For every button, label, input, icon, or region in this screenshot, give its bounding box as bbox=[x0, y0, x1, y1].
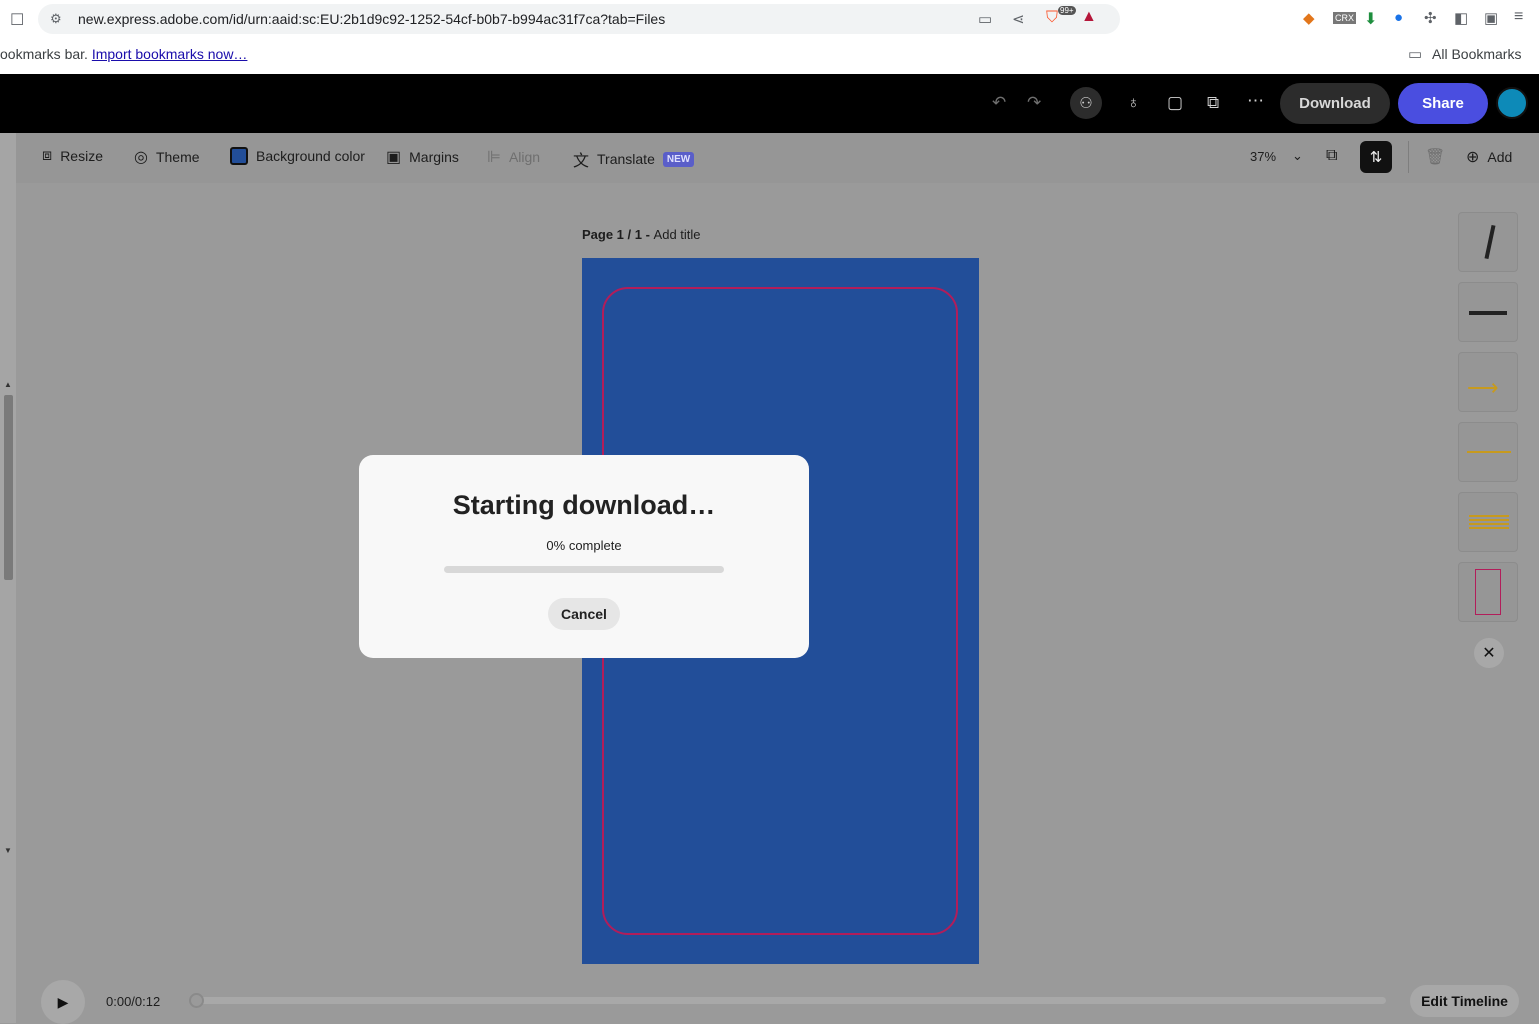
sidebar-toggle-icon[interactable]: ◧ bbox=[1454, 9, 1468, 27]
download-extension-icon[interactable]: ⬇ bbox=[1364, 9, 1377, 29]
text-line-icon bbox=[1467, 451, 1511, 453]
shield-count-badge: 99+ bbox=[1058, 6, 1076, 15]
scrollbar-thumb[interactable] bbox=[4, 395, 13, 580]
install-app-icon[interactable]: ▭ bbox=[978, 10, 992, 28]
background-color-button[interactable]: Background color bbox=[230, 147, 365, 165]
hammer-vertical-icon bbox=[1484, 224, 1496, 260]
hammer-horizontal-icon bbox=[1469, 311, 1507, 315]
timeline-track[interactable] bbox=[190, 997, 1386, 1004]
download-button[interactable]: Download bbox=[1280, 83, 1390, 124]
add-title-field[interactable]: Add title bbox=[654, 227, 701, 242]
time-readout: 0:00/0:12 bbox=[106, 994, 161, 1009]
edit-timeline-button[interactable]: Edit Timeline bbox=[1410, 985, 1519, 1017]
theme-button[interactable]: ◎ Theme bbox=[134, 147, 200, 167]
avatar[interactable] bbox=[1496, 87, 1528, 119]
thumbnail-item[interactable] bbox=[1458, 212, 1518, 272]
palette-icon: ◎ bbox=[134, 149, 148, 166]
thumbnail-item[interactable] bbox=[1458, 282, 1518, 342]
bookmark-icon[interactable]: ☐ bbox=[10, 10, 24, 30]
arrow-sketch-icon: ⟶ bbox=[1467, 375, 1499, 400]
crx-extension-icon[interactable]: CRX bbox=[1333, 12, 1357, 24]
text-block-icon bbox=[1469, 515, 1509, 531]
scroll-up-arrow-icon[interactable]: ▲ bbox=[4, 380, 12, 389]
blue-extension-icon[interactable]: ● bbox=[1394, 9, 1403, 26]
align-button[interactable]: ⊫ Align bbox=[487, 147, 540, 167]
cancel-button[interactable]: Cancel bbox=[548, 598, 620, 630]
resize-icon: ⧈ bbox=[42, 147, 53, 164]
zoom-select[interactable]: 37% ⌄ bbox=[1250, 148, 1303, 164]
add-button[interactable]: ⊕ Add bbox=[1466, 147, 1512, 167]
thumbnail-item[interactable] bbox=[1458, 492, 1518, 552]
layers-toggle-icon[interactable]: ⇅ bbox=[1360, 141, 1392, 173]
page-number: Page 1 / 1 - bbox=[582, 227, 654, 242]
all-bookmarks-button[interactable]: All Bookmarks bbox=[1432, 46, 1521, 62]
redo-icon[interactable]: ↷ bbox=[1027, 93, 1041, 113]
thumbnail-item[interactable] bbox=[1458, 422, 1518, 482]
site-settings-icon[interactable]: ⚙ bbox=[50, 11, 62, 27]
color-swatch-icon bbox=[230, 147, 248, 165]
translate-button[interactable]: 文 Translate NEW bbox=[573, 147, 695, 171]
url-text[interactable]: new.express.adobe.com/id/urn:aaid:sc:EU:… bbox=[78, 11, 665, 27]
background-color-label: Background color bbox=[256, 148, 365, 164]
margins-button[interactable]: ▣ Margins bbox=[386, 147, 459, 167]
align-label: Align bbox=[508, 149, 541, 165]
thumbnail-item[interactable]: ⟶ bbox=[1458, 352, 1518, 412]
add-label: Add bbox=[1487, 149, 1513, 165]
wallet-icon[interactable]: ▣ bbox=[1484, 9, 1498, 27]
metamask-icon[interactable]: ◆ bbox=[1303, 9, 1315, 27]
progress-bar bbox=[444, 566, 724, 573]
scroll-down-arrow-icon[interactable]: ▼ bbox=[4, 846, 12, 855]
progress-text: 0% complete bbox=[546, 538, 622, 553]
zoom-value: 37% bbox=[1250, 148, 1277, 164]
page-label: Page 1 / 1 - Add title bbox=[582, 227, 701, 242]
bookmarks-bar-label: ookmarks bar. bbox=[0, 46, 88, 62]
resize-button[interactable]: ⧈ Resize bbox=[42, 147, 103, 165]
lightbulb-icon[interactable]: ♁ bbox=[1127, 93, 1140, 113]
margins-icon: ▣ bbox=[386, 149, 402, 166]
page-thumbnail-icon bbox=[1475, 569, 1501, 615]
close-icon[interactable]: ✕ bbox=[1474, 638, 1504, 668]
align-icon: ⊫ bbox=[487, 149, 501, 166]
brave-rewards-icon[interactable]: ▲ bbox=[1081, 8, 1097, 26]
resize-label: Resize bbox=[60, 148, 103, 164]
toolbar-divider bbox=[1408, 141, 1409, 173]
translate-icon: 文 bbox=[573, 153, 590, 170]
dialog-title: Starting download… bbox=[452, 490, 716, 520]
folder-icon: ▭ bbox=[1408, 46, 1423, 63]
extensions-puzzle-icon[interactable]: ✣ bbox=[1424, 9, 1437, 27]
present-icon[interactable]: ⧉ bbox=[1207, 93, 1219, 113]
plus-circle-icon: ⊕ bbox=[1466, 149, 1480, 166]
timeline-scrubber[interactable] bbox=[189, 993, 204, 1008]
bookmarks-bar-text: ookmarks bar. Import bookmarks now… bbox=[0, 46, 247, 62]
thumbnail-item[interactable] bbox=[1458, 562, 1518, 622]
new-badge: NEW bbox=[662, 151, 695, 167]
undo-icon[interactable]: ↶ bbox=[992, 93, 1006, 113]
margins-label: Margins bbox=[409, 149, 459, 165]
brave-shield-icon[interactable]: ⛉ bbox=[1046, 9, 1058, 27]
pages-icon[interactable]: ⧉ bbox=[1326, 147, 1337, 165]
invite-user-icon[interactable]: ⚇ bbox=[1070, 87, 1102, 119]
translate-label: Translate bbox=[597, 151, 655, 167]
share-button[interactable]: Share bbox=[1398, 83, 1488, 124]
comment-icon[interactable]: ▢ bbox=[1167, 93, 1183, 113]
share-page-icon[interactable]: ⋖ bbox=[1012, 10, 1025, 28]
menu-icon[interactable]: ≡ bbox=[1514, 8, 1523, 26]
chevron-down-icon: ⌄ bbox=[1292, 148, 1303, 163]
more-options-icon[interactable]: ⋯ bbox=[1247, 91, 1264, 111]
import-bookmarks-link[interactable]: Import bookmarks now… bbox=[92, 46, 248, 62]
play-icon[interactable]: ▶ bbox=[41, 980, 85, 1024]
trash-icon[interactable]: 🗑 bbox=[1425, 147, 1445, 167]
theme-label: Theme bbox=[155, 149, 200, 165]
